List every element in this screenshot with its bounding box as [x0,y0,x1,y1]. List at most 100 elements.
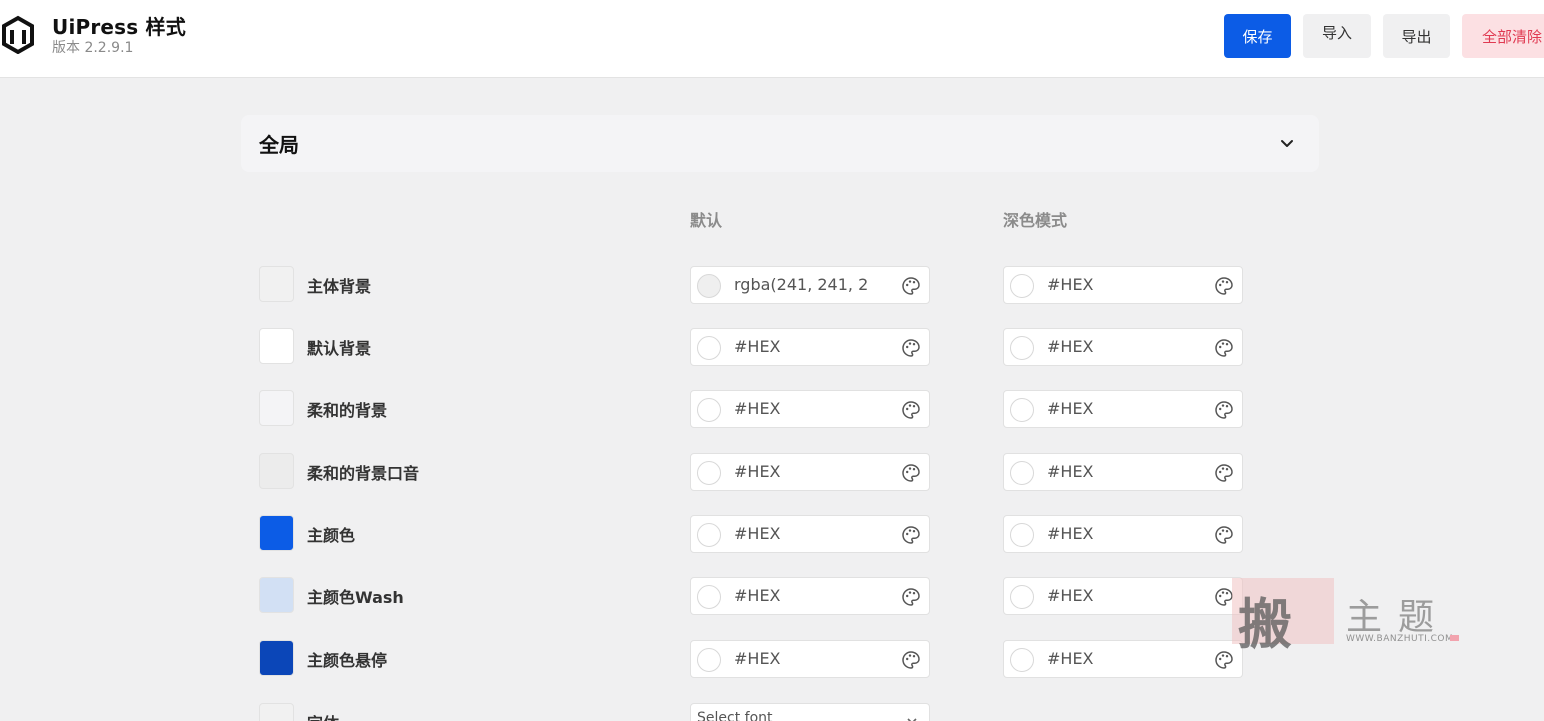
color-swatch[interactable] [259,266,294,302]
clear-all-button[interactable]: 全部清除 [1462,14,1544,58]
section-global-header[interactable]: 全局 [241,115,1319,172]
color-row: 主颜色 #HEX #HEX [259,515,1249,553]
row-label: 主颜色Wash [307,588,404,607]
watermark-url: WWW.BANZHUTI.COM [1346,634,1454,644]
color-swatch[interactable] [259,453,294,489]
default-color-input[interactable]: #HEX [690,328,930,366]
default-color-input[interactable]: rgba(241, 241, 241, 1) [690,266,930,304]
dark-color-value[interactable]: #HEX [1047,586,1182,605]
color-swatch[interactable] [259,515,294,551]
save-button[interactable]: 保存 [1224,14,1291,58]
palette-icon[interactable] [901,400,921,420]
dark-color-input[interactable]: #HEX [1003,453,1243,491]
palette-icon[interactable] [1214,587,1234,607]
color-row: 柔和的背景口音 #HEX #HEX [259,453,1249,491]
row-label: 字体 [307,710,339,721]
watermark: 搬 主题 WWW.BANZHUTI.COM [1232,578,1462,656]
top-header: UiPress 样式 版本 2.2.9.1 保存 导入 导出 全部清除 [0,0,1544,78]
palette-icon[interactable] [1214,400,1234,420]
dark-color-input[interactable]: #HEX [1003,266,1243,304]
palette-icon[interactable] [901,338,921,358]
default-color-input[interactable]: #HEX [690,453,930,491]
dark-color-value[interactable]: #HEX [1047,275,1182,294]
default-color-dot[interactable] [697,648,721,672]
dark-color-dot[interactable] [1010,398,1034,422]
palette-icon[interactable] [901,650,921,670]
dark-color-dot[interactable] [1010,336,1034,360]
column-header-default: 默认 [690,211,723,230]
dark-color-dot[interactable] [1010,585,1034,609]
dark-color-value[interactable]: #HEX [1047,462,1182,481]
default-color-value[interactable]: rgba(241, 241, 241, 1) [734,275,869,294]
dark-color-value[interactable]: #HEX [1047,337,1182,356]
dark-color-input[interactable]: #HEX [1003,640,1243,678]
dark-color-value[interactable]: #HEX [1047,649,1182,668]
color-row: 主颜色Wash #HEX #HEX [259,577,1249,615]
default-color-value[interactable]: #HEX [734,399,869,418]
font-row: 字体 Select font [259,703,1249,721]
default-color-dot[interactable] [697,274,721,298]
default-color-input[interactable]: #HEX [690,640,930,678]
import-button[interactable]: 导入 [1303,14,1371,58]
row-label: 主颜色悬停 [307,651,388,670]
palette-icon[interactable] [901,587,921,607]
default-color-value[interactable]: #HEX [734,462,869,481]
font-select[interactable]: Select font [690,703,930,721]
palette-icon[interactable] [1214,338,1234,358]
column-header-dark: 深色模式 [1003,211,1068,230]
color-row: 主颜色悬停 #HEX #HEX [259,640,1249,678]
palette-icon[interactable] [1214,463,1234,483]
color-swatch[interactable] [259,390,294,426]
default-color-dot[interactable] [697,523,721,547]
row-label: 柔和的背景 [307,401,388,420]
dark-color-input[interactable]: #HEX [1003,390,1243,428]
default-color-dot[interactable] [697,461,721,485]
default-color-dot[interactable] [697,336,721,360]
palette-icon[interactable] [901,463,921,483]
dark-color-dot[interactable] [1010,274,1034,298]
chevron-down-icon [907,718,917,721]
dark-color-dot[interactable] [1010,648,1034,672]
font-swatch [259,703,294,721]
default-color-value[interactable]: #HEX [734,649,869,668]
color-swatch[interactable] [259,328,294,364]
row-label: 默认背景 [307,339,372,358]
dark-color-input[interactable]: #HEX [1003,577,1243,615]
watermark-big-char: 搬 [1238,592,1292,656]
default-color-input[interactable]: #HEX [690,577,930,615]
dark-color-input[interactable]: #HEX [1003,515,1243,553]
row-label: 主体背景 [307,277,372,296]
default-color-input[interactable]: #HEX [690,515,930,553]
default-color-input[interactable]: #HEX [690,390,930,428]
chevron-down-icon[interactable] [1277,133,1297,153]
default-color-value[interactable]: #HEX [734,337,869,356]
font-select-placeholder: Select font [697,710,773,721]
default-color-value[interactable]: #HEX [734,524,869,543]
default-color-dot[interactable] [697,585,721,609]
dark-color-dot[interactable] [1010,461,1034,485]
palette-icon[interactable] [1214,650,1234,670]
color-row: 默认背景 #HEX #HEX [259,328,1249,366]
row-label: 主颜色 [307,526,356,545]
palette-icon[interactable] [1214,276,1234,296]
app-version: 版本 2.2.9.1 [52,40,134,56]
export-button[interactable]: 导出 [1383,14,1450,58]
app-title: UiPress 样式 [52,15,186,39]
palette-icon[interactable] [901,276,921,296]
dark-color-value[interactable]: #HEX [1047,399,1182,418]
row-label: 柔和的背景口音 [307,464,420,483]
color-swatch[interactable] [259,577,294,613]
palette-icon[interactable] [1214,525,1234,545]
dark-color-value[interactable]: #HEX [1047,524,1182,543]
color-row: 柔和的背景 #HEX #HEX [259,390,1249,428]
palette-icon[interactable] [901,525,921,545]
section-title: 全局 [259,133,299,157]
uipress-logo-icon [2,15,34,54]
color-swatch[interactable] [259,640,294,676]
color-row: 主体背景 rgba(241, 241, 241, 1) #HEX [259,266,1249,304]
watermark-dot [1450,635,1459,641]
dark-color-dot[interactable] [1010,523,1034,547]
default-color-dot[interactable] [697,398,721,422]
dark-color-input[interactable]: #HEX [1003,328,1243,366]
default-color-value[interactable]: #HEX [734,586,869,605]
